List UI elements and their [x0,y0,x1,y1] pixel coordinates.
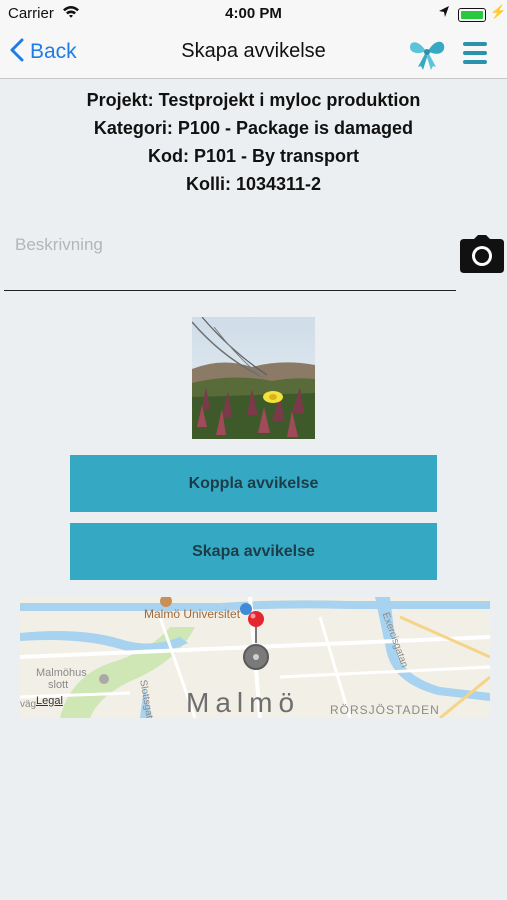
description-field-container [4,230,457,291]
create-deviation-button[interactable]: Skapa avvikelse [70,523,437,580]
description-input[interactable] [13,234,457,256]
category-line: Kategori: P100 - Package is damaged [93,118,414,138]
map-street-fragment: väg [20,699,37,710]
location-map[interactable]: Malmö Universitet Malmöhus slott Slottsg… [20,597,490,718]
charging-bolt-icon: ⚡ [490,4,507,19]
location-arrow-icon [438,5,450,23]
kolli-line: Kolli: 1034311-2 [185,174,322,194]
hamburger-menu-icon[interactable] [461,40,489,71]
camera-icon[interactable] [460,235,504,278]
navigation-bar: Back Skapa avvikelse [0,28,507,79]
project-line: Projekt: Testprojekt i myloc produktion [86,90,421,110]
link-deviation-button[interactable]: Koppla avvikelse [70,455,437,512]
deviation-info: Projekt: Testprojekt i myloc produktion … [0,86,507,198]
map-city-label: Malmö [186,687,301,718]
attached-photo-thumbnail[interactable] [192,317,315,439]
map-district-label: RÖRSJÖSTADEN [330,703,440,717]
map-castle-label-1: Malmöhus [36,667,87,679]
ribbon-logo-icon [406,33,448,78]
status-time: 4:00 PM [225,5,282,22]
status-bar: Carrier 4:00 PM ⚡ [0,0,507,28]
map-legal-link[interactable]: Legal [36,695,63,707]
code-line: Kod: P101 - By transport [147,146,360,166]
map-castle-label-2: slott [48,679,69,691]
battery-icon [458,8,486,22]
map-university-label: Malmö Universitet [144,607,241,621]
